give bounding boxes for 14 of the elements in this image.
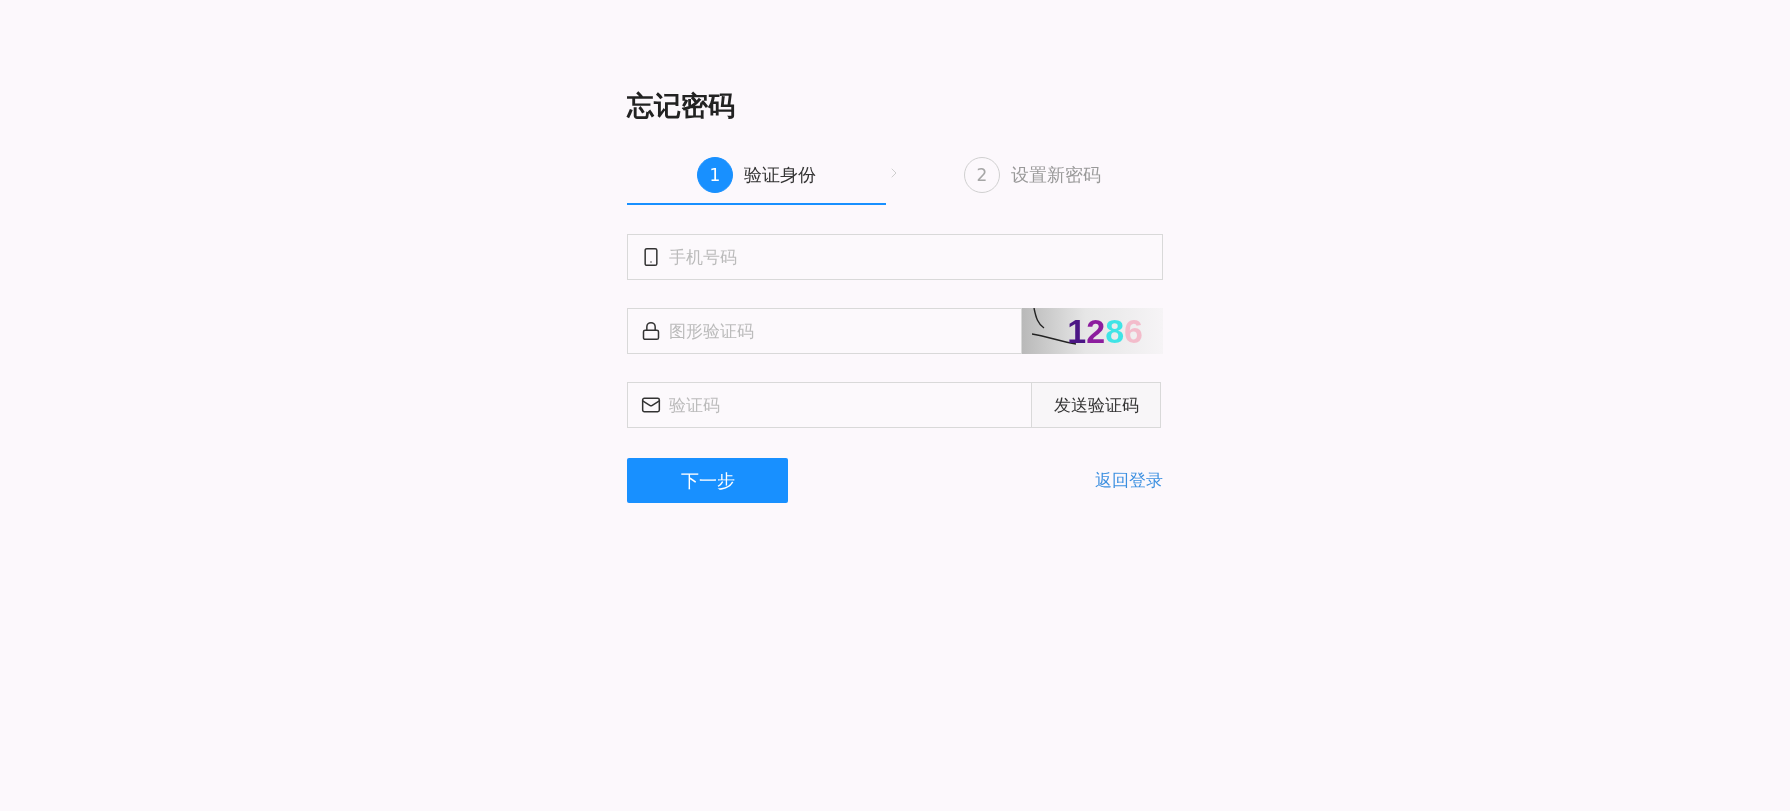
step-number: 1	[697, 157, 733, 193]
captcha-image[interactable]: 1286	[1022, 308, 1163, 354]
page-title: 忘记密码	[627, 89, 736, 123]
lock-icon	[641, 321, 661, 341]
captcha-input-field[interactable]: 图形验证码	[627, 308, 1022, 354]
step-label: 设置新密码	[1011, 163, 1101, 187]
next-step-button[interactable]: 下一步	[627, 458, 788, 503]
mail-icon	[641, 395, 661, 415]
phone-input-field[interactable]: 手机号码	[627, 234, 1163, 280]
phone-icon	[641, 247, 661, 267]
step-label: 验证身份	[744, 163, 816, 187]
code-input-field[interactable]: 验证码	[627, 382, 1032, 428]
back-to-login-link[interactable]: 返回登录	[1095, 469, 1163, 492]
send-code-button[interactable]: 发送验证码	[1031, 382, 1161, 428]
